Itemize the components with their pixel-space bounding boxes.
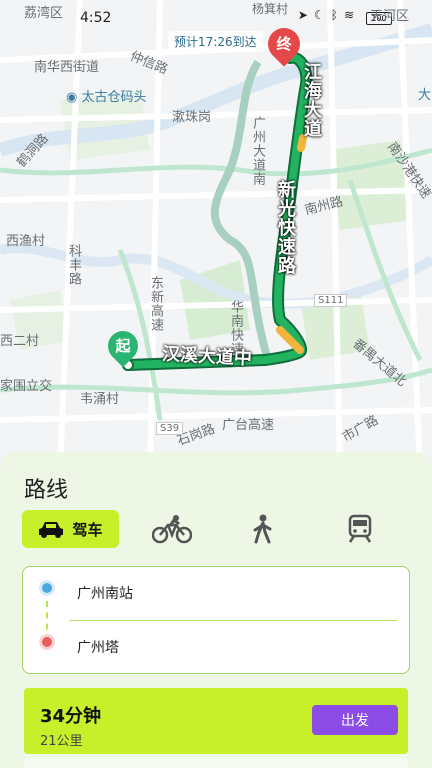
status-bar: 4:52 ➤ ☾ ᛒ ≋ 100 [0, 0, 432, 30]
pin-icon: ◉ [66, 90, 82, 105]
route-label-jianghai: 江海大道 [301, 62, 322, 138]
map-label-guangzhou-avenue-s: 广州大道南 [250, 116, 265, 186]
map-label-taiguca: ◉ 太古仓码头 [66, 90, 147, 105]
end-marker-label: 终 [276, 35, 292, 53]
route-distance: 21公里 [40, 734, 83, 749]
start-marker[interactable]: 起 [101, 324, 145, 368]
route-duration: 34分钟 [40, 706, 102, 727]
mode-walk[interactable] [242, 510, 282, 548]
map-label-edge: 大 [418, 88, 432, 103]
wifi-icon: ≋ [343, 8, 354, 22]
train-icon [348, 514, 372, 543]
route-map[interactable]: 4:52 ➤ ☾ ᛒ ≋ 100 荔湾区 天河区 杨箕村 南华西街道 仲信路 ◉… [0, 0, 432, 470]
mode-drive-label: 驾车 [72, 520, 103, 539]
next-result-card [24, 758, 408, 768]
origin-row[interactable]: 广州南站 [23, 567, 409, 619]
map-label-weiyong: 韦涌村 [80, 392, 120, 407]
destination-row[interactable]: 广州塔 [23, 621, 409, 673]
map-label-xier: 西二村 [0, 334, 40, 349]
map-label-nanhuaxi: 南华西街道 [34, 60, 100, 75]
map-label-yangzhou: 杨箕村 [252, 2, 289, 16]
walk-icon [253, 514, 272, 544]
moon-icon: ☾ [313, 8, 325, 22]
start-marker-label: 起 [115, 337, 131, 355]
end-marker[interactable]: 终 [261, 21, 307, 67]
route-label-xinguang: 新光快速路 [275, 180, 296, 275]
eta-badge: 预计17:26到达 [168, 31, 263, 52]
map-label-liwan: 荔湾区 [24, 6, 64, 21]
go-button[interactable]: 出发 [312, 705, 398, 735]
mode-bike[interactable] [142, 510, 202, 548]
mode-transit[interactable] [340, 510, 380, 548]
route-points: 广州南站 广州塔 [22, 566, 410, 674]
map-label-guangtai: 广台高速 [222, 418, 275, 433]
location-arrow-icon: ➤ [297, 8, 308, 22]
map-label-jiadi: 家围立交 [0, 379, 53, 394]
map-label-kefeng: 科丰路 [66, 244, 81, 286]
bicycle-icon [152, 515, 192, 544]
map-label-tianhe: 天河区 [370, 9, 410, 24]
status-icons: ➤ ☾ ᛒ ≋ [298, 8, 354, 22]
route-label-hanxi: 汉溪大道中 [161, 343, 253, 370]
transport-modes: 驾车 [22, 510, 410, 548]
status-time: 4:52 [80, 10, 112, 26]
panel-title: 路线 [24, 478, 69, 503]
map-label-s111: S111 [314, 294, 348, 307]
destination-pin-icon [39, 634, 55, 650]
map-label-dongxin: 东新高速 [148, 276, 163, 332]
route-result-card[interactable]: 34分钟 21公里 出发 [24, 688, 408, 754]
map-label-xiyu: 西渔村 [6, 234, 46, 249]
bluetooth-icon: ᛒ [330, 8, 338, 22]
car-icon [39, 522, 64, 538]
map-label-shuirugang: 漱珠岗 [172, 110, 212, 125]
route-panel: 路线 驾车 广州南站 广州塔 34分钟 21公里 出发 [0, 452, 432, 768]
origin-dot-icon [39, 580, 55, 596]
origin-text: 广州南站 [77, 586, 133, 602]
mode-drive[interactable]: 驾车 [22, 510, 119, 548]
map-label-s39: S39 [156, 422, 184, 435]
destination-text: 广州塔 [77, 640, 119, 656]
